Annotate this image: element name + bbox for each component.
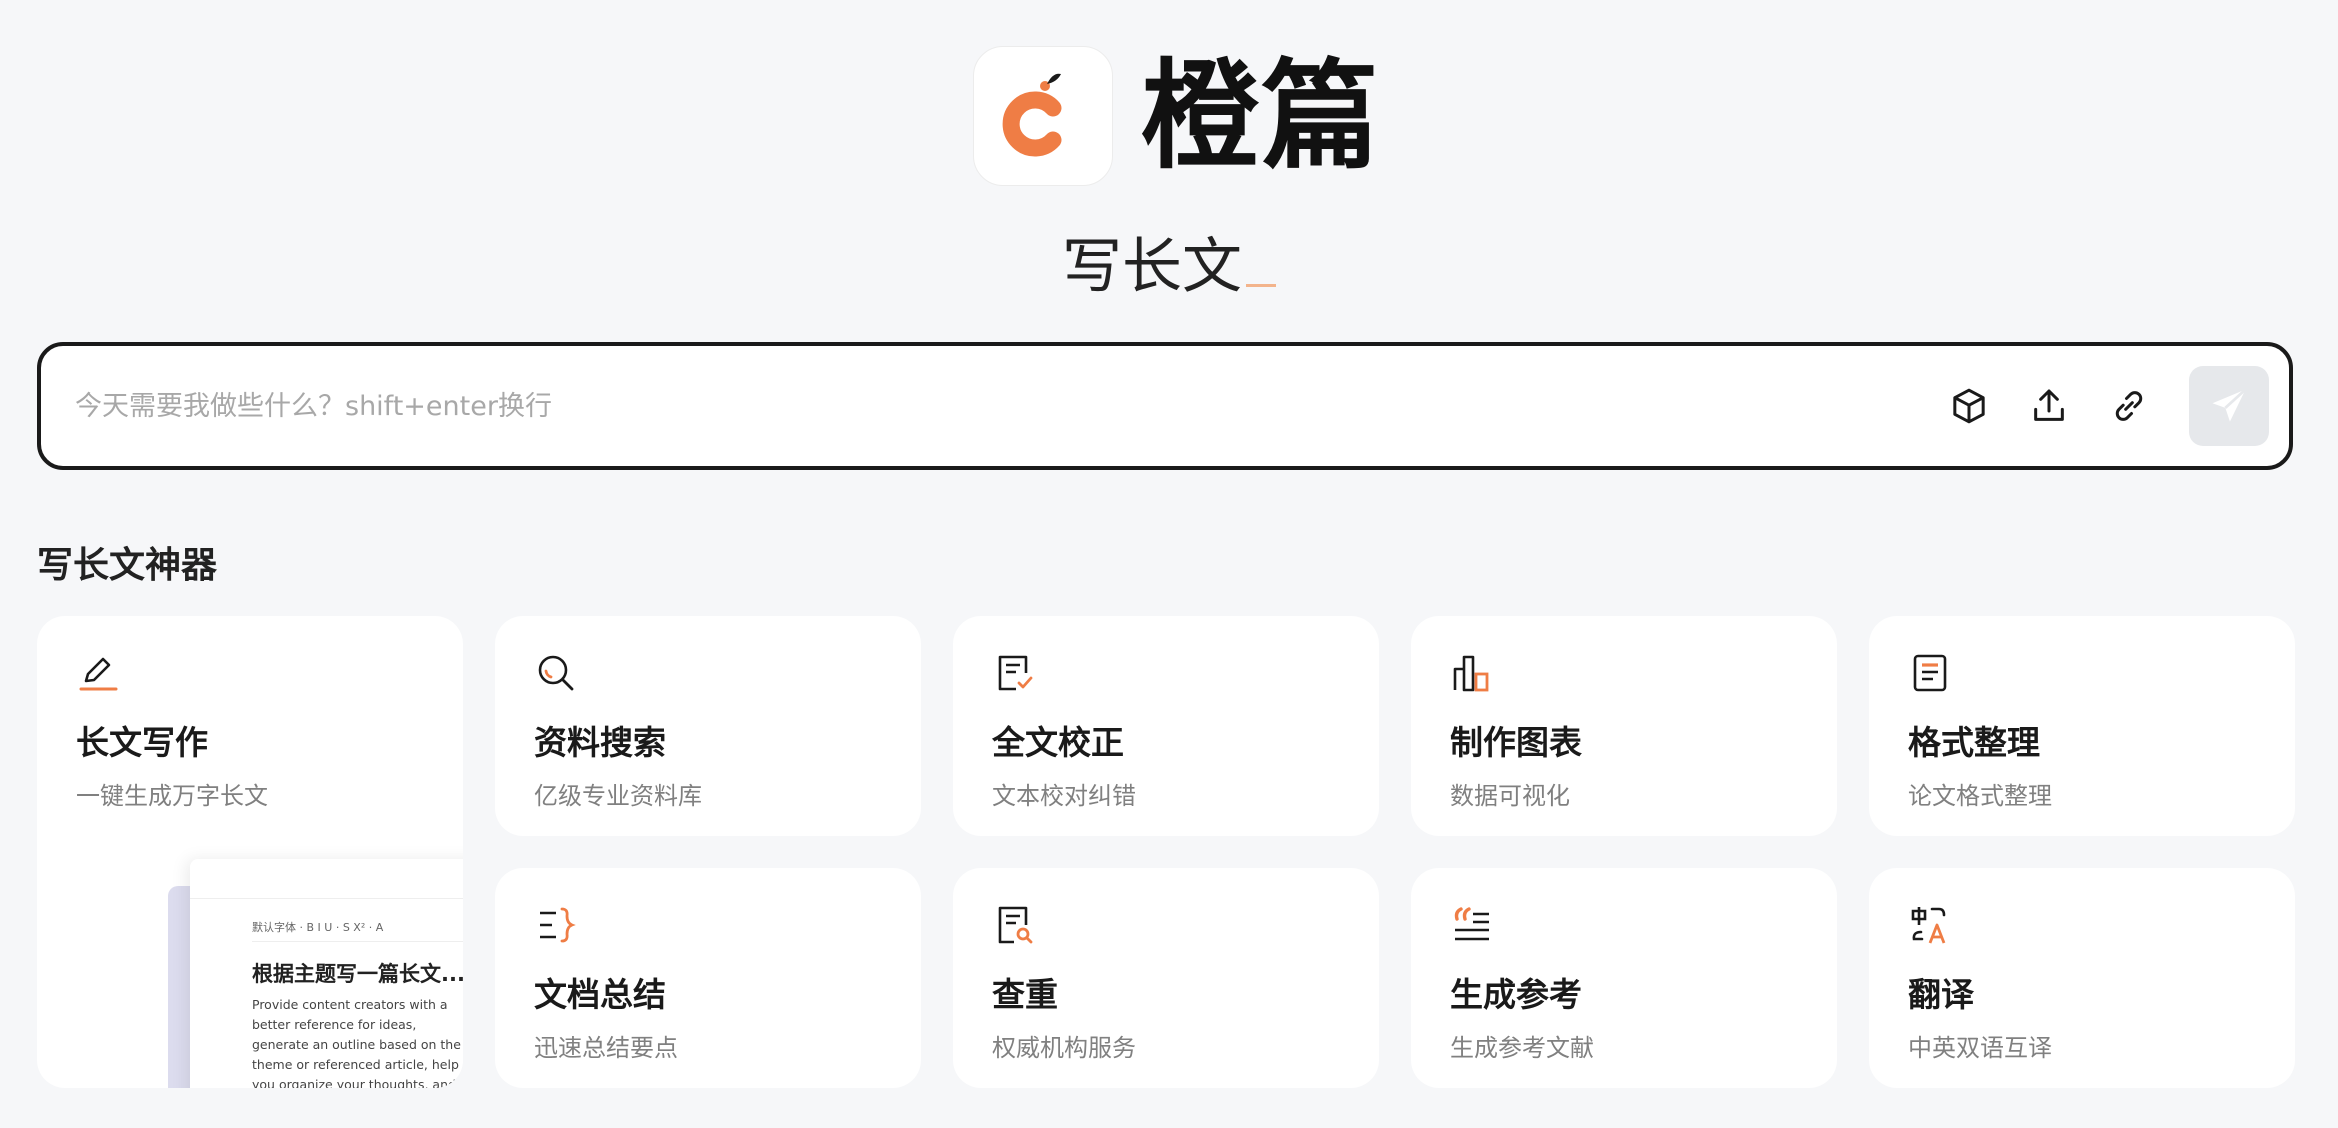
link-icon <box>2115 391 2143 421</box>
card-material-search[interactable]: 资料搜索 亿级专业资料库 <box>495 616 921 836</box>
card-desc: 亿级专业资料库 <box>534 782 702 810</box>
send-icon <box>2212 388 2247 422</box>
send-button[interactable] <box>2189 366 2269 446</box>
doc-format-icon <box>1913 654 1947 692</box>
quote-icon <box>1454 907 1489 941</box>
card-desc: 文本校对纠错 <box>992 782 1136 810</box>
card-desc: 权威机构服务 <box>992 1034 1136 1062</box>
card-title: 格式整理 <box>1908 723 2040 762</box>
preview-title: 根据主题写一篇长文... <box>252 962 463 986</box>
model-button[interactable] <box>1929 366 2009 446</box>
page: 橙篇 写长文 写长文神器 <box>0 0 2338 1128</box>
typing-cursor <box>1246 284 1276 287</box>
card-title: 资料搜索 <box>534 723 666 762</box>
card-title: 长文写作 <box>76 723 208 762</box>
card-summary[interactable]: 文档总结 迅速总结要点 <box>495 868 921 1088</box>
card-title: 文档总结 <box>534 975 666 1014</box>
card-translate[interactable]: 翻译 中英双语互译 <box>1869 868 2295 1088</box>
card-desc: 迅速总结要点 <box>534 1034 678 1062</box>
prompt-input[interactable] <box>41 390 1929 422</box>
preview-body: Provide content creators with a better r… <box>252 997 461 1088</box>
editor-preview: 默认字体 · B I U · S X² · A 根据主题写一篇长文... Pro… <box>190 859 463 1088</box>
doc-search-icon <box>998 906 1033 944</box>
card-title: 制作图表 <box>1450 723 1582 762</box>
link-button[interactable] <box>2089 366 2169 446</box>
card-long-writing[interactable]: 长文写作 一键生成万字长文 默认字体 · B I U · S X² · A 根据… <box>37 616 463 1088</box>
orange-logo-icon <box>1002 73 1062 157</box>
upload-icon <box>2034 389 2064 421</box>
upload-button[interactable] <box>2009 366 2089 446</box>
logo <box>973 46 1113 186</box>
card-desc: 中英双语互译 <box>1908 1034 2052 1062</box>
card-make-chart[interactable]: 制作图表 数据可视化 <box>1411 616 1837 836</box>
card-desc: 数据可视化 <box>1450 782 1570 810</box>
preview-toolbar: 默认字体 · B I U · S X² · A <box>252 921 384 934</box>
card-title: 生成参考 <box>1450 975 1582 1014</box>
card-desc: 论文格式整理 <box>1908 782 2052 810</box>
section-title: 写长文神器 <box>37 545 218 586</box>
translate-icon <box>1911 907 1946 944</box>
prompt-bar <box>37 342 2293 470</box>
card-proofread[interactable]: 全文校正 文本校对纠错 <box>953 616 1379 836</box>
card-title: 查重 <box>992 975 1058 1014</box>
card-title: 全文校正 <box>992 723 1124 762</box>
doc-check-icon <box>998 655 1033 691</box>
card-desc: 一键生成万字长文 <box>76 782 268 810</box>
brand: 橙篇 <box>973 45 1381 187</box>
card-title: 翻译 <box>1908 975 1974 1014</box>
search-icon <box>538 655 574 691</box>
brand-name: 橙篇 <box>1141 47 1382 185</box>
tagline-text: 写长文 <box>1062 232 1242 302</box>
card-format[interactable]: 格式整理 论文格式整理 <box>1869 616 2295 836</box>
summary-icon <box>540 907 576 943</box>
tagline: 写长文 <box>0 218 2338 305</box>
pencil-icon <box>79 657 118 691</box>
card-references[interactable]: 生成参考 生成参考文献 <box>1411 868 1837 1088</box>
cube-icon <box>1953 388 1985 424</box>
chart-icon <box>1453 655 1489 692</box>
card-desc: 生成参考文献 <box>1450 1034 1594 1062</box>
card-plagiarism-check[interactable]: 查重 权威机构服务 <box>953 868 1379 1088</box>
